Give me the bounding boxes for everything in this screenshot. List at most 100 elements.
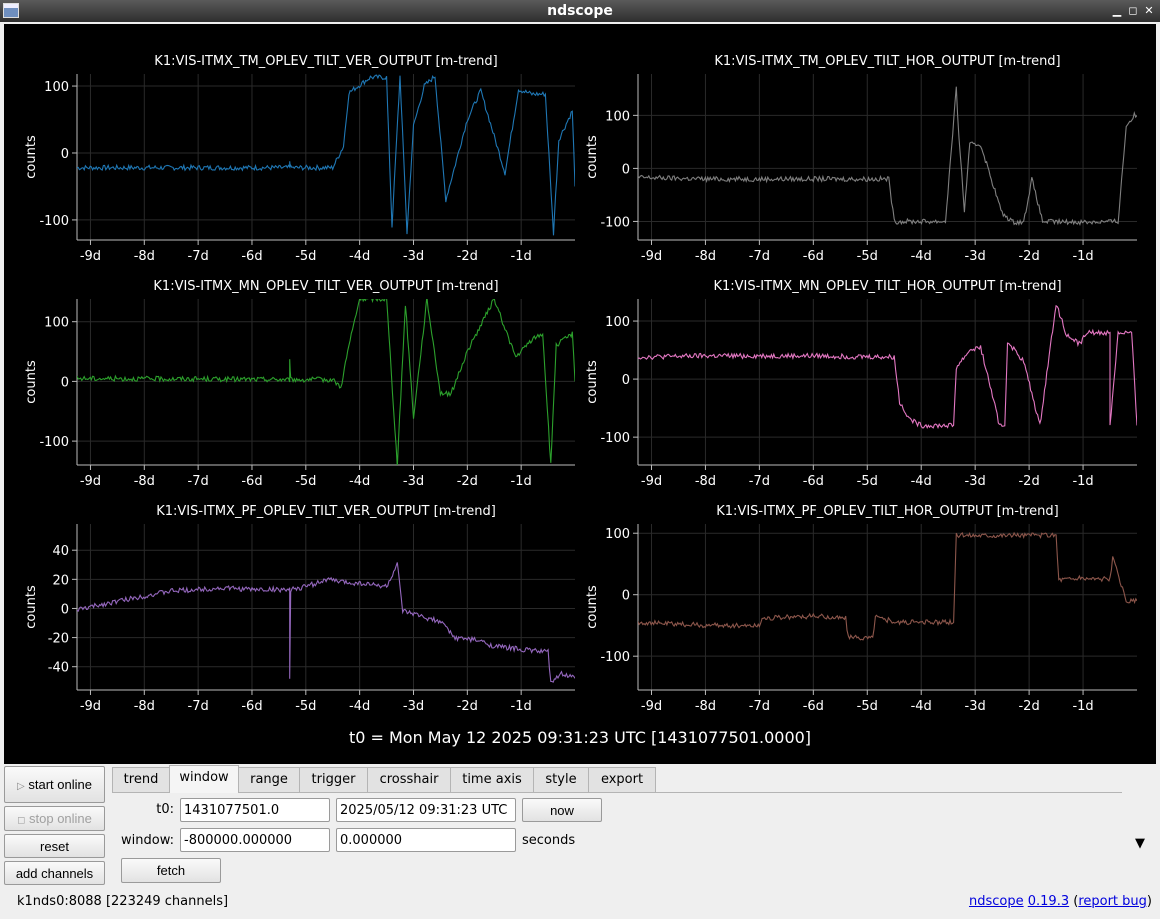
stop-online-label: stop online [29, 811, 92, 826]
fetch-button[interactable]: fetch [121, 858, 221, 883]
y-tick-label: 0 [61, 375, 69, 390]
add-channels-button[interactable]: add channels [4, 861, 105, 885]
y-tick-label: 20 [52, 573, 69, 588]
now-button[interactable]: now [522, 798, 602, 822]
y-tick-label: 0 [61, 147, 69, 162]
y-tick-label: 100 [44, 316, 69, 331]
x-tick-label: -7d [188, 474, 209, 489]
y-tick-label: -100 [600, 650, 630, 665]
window-title: ndscope [547, 3, 613, 19]
y-tick-label: 100 [605, 315, 630, 330]
window-end-input[interactable] [336, 828, 516, 852]
plot-title: K1:VIS-ITMX_MN_OPLEV_TILT_HOR_OUTPUT [m-… [713, 279, 1061, 294]
y-tick-label: -100 [39, 214, 69, 229]
x-tick-label: -7d [749, 474, 770, 489]
x-tick-label: -5d [857, 699, 878, 714]
x-tick-label: -4d [911, 474, 932, 489]
y-axis-label: counts [585, 135, 600, 179]
plot-title: K1:VIS-ITMX_TM_OPLEV_TILT_VER_OUTPUT [m-… [154, 54, 497, 69]
status-bar: k1nds0:8088 [223249 channels] [17, 894, 228, 909]
y-axis-label: counts [24, 135, 39, 179]
y-tick-label: -100 [39, 435, 69, 450]
stop-online-button[interactable]: ◻ stop online [4, 806, 105, 831]
t0-gps-input[interactable] [180, 798, 330, 822]
x-tick-label: -9d [80, 249, 101, 264]
start-online-label: start online [28, 777, 92, 792]
trace-line [638, 86, 1137, 227]
plot-title: K1:VIS-ITMX_TM_OPLEV_TILT_HOR_OUTPUT [m-… [714, 54, 1060, 69]
x-tick-label: -7d [749, 699, 770, 714]
y-axis-label: counts [585, 360, 600, 404]
x-tick-label: -8d [695, 699, 716, 714]
y-axis-label: counts [24, 360, 39, 404]
version-link[interactable]: 0.19.3 [1028, 894, 1069, 909]
window-start-input[interactable] [180, 828, 330, 852]
x-tick-label: -9d [80, 474, 101, 489]
window-label: window: [121, 833, 174, 848]
play-icon: ▷ [17, 781, 25, 792]
plot-3[interactable]: K1:VIS-ITMX_MN_OPLEV_TILT_VER_OUTPUT [m-… [24, 279, 575, 489]
tab-window[interactable]: window [169, 765, 239, 793]
trace-line [77, 74, 575, 236]
ndscope-link[interactable]: ndscope [969, 894, 1024, 909]
plot-title: K1:VIS-ITMX_MN_OPLEV_TILT_VER_OUTPUT [m-… [153, 279, 498, 294]
reset-button[interactable]: reset [4, 834, 105, 858]
x-tick-label: -6d [803, 474, 824, 489]
x-tick-label: -6d [241, 249, 262, 264]
plot-title: K1:VIS-ITMX_PF_OPLEV_TILT_VER_OUTPUT [m-… [156, 504, 496, 519]
plot-6[interactable]: K1:VIS-ITMX_PF_OPLEV_TILT_HOR_OUTPUT [m-… [585, 504, 1137, 714]
x-tick-label: -5d [857, 474, 878, 489]
tab-trend[interactable]: trend [112, 767, 170, 792]
x-tick-label: -3d [403, 699, 424, 714]
x-tick-label: -9d [80, 699, 101, 714]
plot-2[interactable]: K1:VIS-ITMX_TM_OPLEV_TILT_HOR_OUTPUT [m-… [585, 54, 1137, 264]
app-window-icon[interactable] [3, 3, 19, 18]
y-tick-label: 0 [622, 162, 630, 177]
t0-readout: t0 = Mon May 12 2025 09:31:23 UTC [14310… [348, 728, 812, 747]
y-tick-label: 100 [44, 80, 69, 95]
x-tick-label: -1d [1072, 249, 1093, 264]
x-tick-label: -4d [349, 249, 370, 264]
y-tick-label: -20 [48, 632, 69, 647]
trace-line [77, 562, 575, 683]
y-tick-label: 100 [605, 109, 630, 124]
x-tick-label: -3d [965, 699, 986, 714]
plot-area[interactable]: K1:VIS-ITMX_TM_OPLEV_TILT_VER_OUTPUT [m-… [4, 24, 1156, 764]
report-bug-link[interactable]: report bug [1078, 894, 1147, 909]
x-tick-label: -4d [349, 699, 370, 714]
tab-time-axis[interactable]: time axis [450, 767, 534, 792]
window-title-bar[interactable]: ndscope ▁ ◻ ✕ [0, 0, 1160, 22]
x-tick-label: -3d [965, 249, 986, 264]
plot-5[interactable]: K1:VIS-ITMX_PF_OPLEV_TILT_VER_OUTPUT [m-… [24, 504, 575, 714]
plot-1[interactable]: K1:VIS-ITMX_TM_OPLEV_TILT_VER_OUTPUT [m-… [24, 54, 575, 264]
x-tick-label: -2d [1018, 699, 1039, 714]
expand-panel-icon[interactable]: ▼ [1135, 836, 1145, 851]
x-tick-label: -8d [134, 699, 155, 714]
tab-crosshair[interactable]: crosshair [367, 767, 451, 792]
y-axis-label: counts [24, 585, 39, 629]
close-icon[interactable]: ✕ [1142, 4, 1156, 18]
tab-export[interactable]: export [588, 767, 656, 792]
y-axis-label: counts [585, 585, 600, 629]
minimize-icon[interactable]: ▁ [1110, 4, 1124, 18]
t0-utc-input[interactable] [336, 798, 516, 822]
app-links: ndscope 0.19.3 (report bug) [968, 894, 1152, 909]
t0-label: t0: [156, 802, 174, 817]
x-tick-label: -7d [188, 249, 209, 264]
tab-trigger[interactable]: trigger [299, 767, 368, 792]
x-tick-label: -6d [803, 699, 824, 714]
x-tick-label: -2d [457, 699, 478, 714]
plots-canvas[interactable]: K1:VIS-ITMX_TM_OPLEV_TILT_VER_OUTPUT [m-… [4, 24, 1156, 724]
tab-range[interactable]: range [238, 767, 300, 792]
x-tick-label: -1d [1072, 699, 1093, 714]
x-tick-label: -1d [1072, 474, 1093, 489]
x-tick-label: -5d [857, 249, 878, 264]
y-tick-label: 0 [61, 602, 69, 617]
plot-4[interactable]: K1:VIS-ITMX_MN_OPLEV_TILT_HOR_OUTPUT [m-… [585, 279, 1137, 489]
start-online-button[interactable]: ▷ start online [4, 766, 105, 803]
tab-style[interactable]: style [533, 767, 589, 792]
maximize-icon[interactable]: ◻ [1126, 4, 1140, 18]
x-tick-label: -1d [511, 249, 532, 264]
plot-title: K1:VIS-ITMX_PF_OPLEV_TILT_HOR_OUTPUT [m-… [716, 504, 1058, 519]
x-tick-label: -7d [188, 699, 209, 714]
